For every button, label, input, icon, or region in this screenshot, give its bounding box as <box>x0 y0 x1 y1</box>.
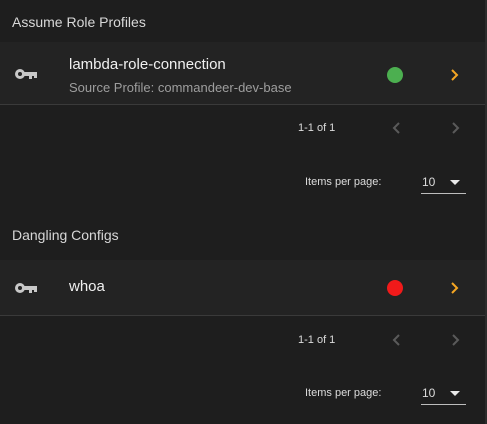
section-title-assume-role-profiles: Assume Role Profiles <box>12 14 146 30</box>
chevron-right-icon[interactable] <box>448 333 462 347</box>
item-source-profile: Source Profile: commandeer-dev-base <box>69 80 292 95</box>
status-indicator-green <box>387 67 403 83</box>
chevron-right-icon[interactable] <box>448 121 462 135</box>
page: Assume Role Profiles lambda-role-connect… <box>0 0 487 424</box>
list-item-whoa[interactable]: whoa <box>0 260 487 315</box>
key-icon <box>15 283 37 293</box>
list-item-lambda-role-connection[interactable]: lambda-role-connection Source Profile: c… <box>0 42 487 104</box>
chevron-left-icon[interactable] <box>390 121 404 135</box>
item-name: whoa <box>69 278 105 295</box>
pagination-range: 1-1 of 1 <box>298 122 336 134</box>
items-per-page-select[interactable]: 10 <box>421 382 466 405</box>
chevron-right-icon[interactable] <box>448 68 462 82</box>
pagination-range: 1-1 of 1 <box>298 334 336 346</box>
item-name: lambda-role-connection <box>69 56 226 73</box>
status-indicator-red <box>387 280 403 296</box>
items-per-page-select[interactable]: 10 <box>421 171 466 194</box>
section-title-dangling-configs: Dangling Configs <box>12 227 119 243</box>
divider <box>0 104 487 105</box>
chevron-right-icon[interactable] <box>448 281 462 295</box>
items-per-page-value: 10 <box>422 386 436 400</box>
items-per-page-label: Items per page: <box>305 176 382 188</box>
key-icon <box>15 69 37 79</box>
items-per-page-value: 10 <box>422 175 436 189</box>
divider <box>0 315 487 316</box>
caret-down-icon <box>450 391 460 396</box>
items-per-page-label: Items per page: <box>305 387 382 399</box>
caret-down-icon <box>450 180 460 185</box>
chevron-left-icon[interactable] <box>390 333 404 347</box>
